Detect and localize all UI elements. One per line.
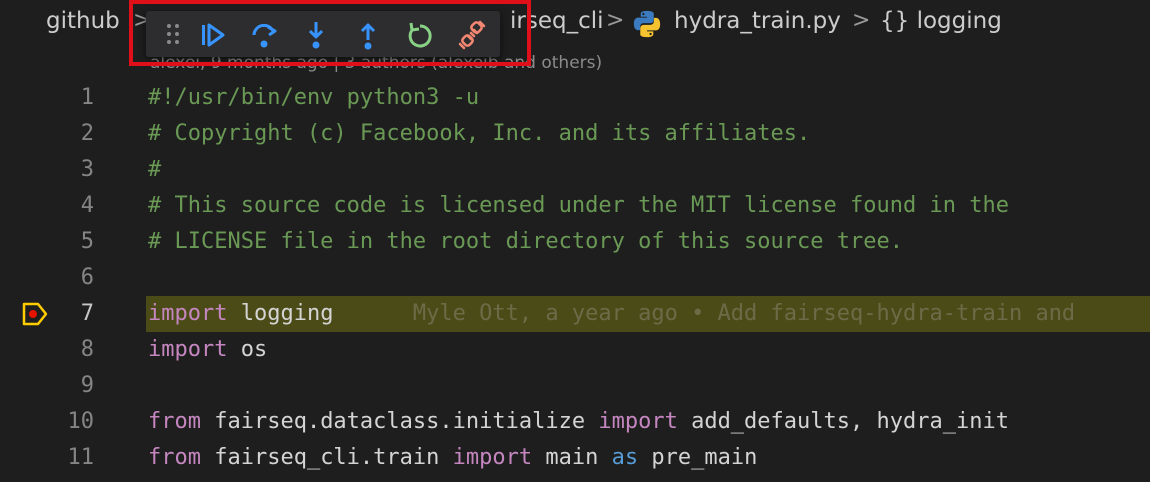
code-line[interactable]: 2 # Copyright (c) Facebook, Inc. and its … [0, 116, 1150, 152]
code-line[interactable]: 3 # [0, 152, 1150, 188]
chevron-right-icon: > [606, 8, 625, 33]
python-file-icon [632, 9, 662, 39]
code-token: # Copyright (c) Facebook, Inc. and its a… [148, 121, 811, 146]
code-text: import os [148, 332, 267, 368]
code-line[interactable]: 4 # This source code is licensed under th… [0, 188, 1150, 224]
code-line[interactable]: 1 #!/usr/bin/env python3 -u [0, 80, 1150, 116]
line-number: 2 [80, 121, 94, 146]
code-token: import [148, 301, 228, 326]
line-number: 3 [80, 157, 94, 182]
code-text: from fairseq.dataclass.initialize import… [148, 404, 1009, 440]
step-into-button[interactable] [298, 17, 334, 53]
code-line[interactable]: 6 [0, 260, 1150, 296]
breadcrumb-item-github[interactable]: github [46, 8, 120, 34]
line-number: 5 [80, 229, 94, 254]
step-into-icon [308, 22, 324, 49]
disconnect-button[interactable] [454, 17, 490, 53]
code-token: main [532, 445, 612, 470]
code-line[interactable]: 8 import os [0, 332, 1150, 368]
code-line[interactable]: 5 # LICENSE file in the root directory of… [0, 224, 1150, 260]
step-over-button[interactable] [246, 17, 282, 53]
step-out-icon [360, 23, 376, 50]
code-line[interactable]: 10 from fairseq.dataclass.initialize impo… [0, 404, 1150, 440]
code-text: from fairseq_cli.train import main as pr… [148, 440, 757, 476]
code-token: add_defaults, hydra_init [677, 409, 1009, 434]
step-out-button[interactable] [350, 17, 386, 53]
code-token: import [598, 409, 678, 434]
line-number: 11 [67, 445, 95, 470]
code-token: #!/usr/bin/env python3 -u [148, 85, 480, 110]
continue-button[interactable] [194, 17, 230, 53]
continue-icon [202, 23, 225, 47]
code-token: # [148, 157, 162, 182]
code-token: import [452, 445, 533, 470]
code-text: # LICENSE file in the root directory of … [148, 224, 903, 260]
disconnect-icon [458, 20, 486, 50]
code-token: fairseq.dataclass.initialize [200, 409, 599, 434]
code-token: from [148, 445, 201, 470]
line-number: 6 [80, 265, 94, 290]
drag-handle-icon[interactable] [164, 22, 182, 46]
code-line[interactable]: 11 from fairseq_cli.train import main as … [0, 440, 1150, 476]
code-token: fairseq_cli.train [200, 445, 453, 470]
code-token: os [227, 337, 268, 362]
code-text: # Copyright (c) Facebook, Inc. and its a… [148, 116, 810, 152]
step-over-icon [252, 23, 277, 48]
code-token: import [148, 337, 228, 362]
restart-icon [408, 22, 432, 48]
line-number: 10 [67, 409, 95, 434]
breadcrumb-item-file[interactable]: hydra_train.py [674, 8, 841, 34]
code-text: # [148, 152, 161, 188]
restart-button[interactable] [402, 17, 438, 53]
code-token: from [148, 409, 201, 434]
code-text: #!/usr/bin/env python3 -u [148, 80, 479, 116]
code-token: # LICENSE file in the root directory of … [148, 229, 903, 254]
inline-blame-annotation: Myle Ott, a year ago • Add fairseq-hydra… [333, 301, 1076, 326]
line-number: 1 [80, 85, 94, 110]
code-token: pre_main [638, 445, 758, 470]
code-token: as [611, 445, 639, 470]
line-number: 8 [80, 337, 94, 362]
code-text: # This source code is licensed under the… [148, 188, 1009, 224]
line-number: 7 [80, 301, 94, 326]
breadcrumb-item-symbol[interactable]: {} logging [880, 8, 1002, 34]
line-number: 4 [80, 193, 94, 218]
code-line[interactable]: 9 [0, 368, 1150, 404]
code-line[interactable]: 7 import logging Myle Ott, a year ago • A… [0, 296, 1150, 332]
chevron-right-icon: > [852, 8, 871, 33]
code-token: logging [227, 301, 334, 326]
line-number: 9 [80, 373, 94, 398]
breadcrumb-item-fairseq-cli[interactable]: irseq_cli [510, 8, 604, 34]
debug-toolbar [146, 11, 500, 57]
code-text: import logging Myle Ott, a year ago • Ad… [148, 296, 1075, 332]
code-token: # This source code is licensed under the… [148, 193, 1009, 218]
